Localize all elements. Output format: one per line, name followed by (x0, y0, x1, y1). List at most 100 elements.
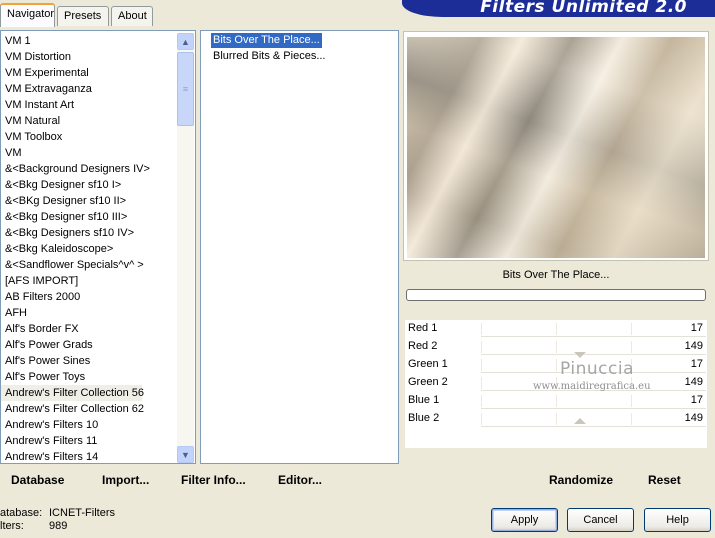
slider-tick (631, 323, 632, 335)
filter-item[interactable]: Blurred Bits & Pieces... (211, 49, 328, 64)
status-filters-label: lters: (0, 520, 24, 532)
filter-item[interactable]: Bits Over The Place... (211, 33, 322, 48)
parameter-value: 17 (690, 322, 703, 334)
slider-tick (631, 413, 632, 425)
parameter-row[interactable]: Red 1 17 (405, 320, 707, 338)
preview-frame (403, 31, 709, 261)
tab-presets[interactable]: Presets (57, 6, 109, 26)
apply-button[interactable]: Apply (491, 508, 558, 532)
category-item[interactable]: &<Bkg Designers sf10 IV> (5, 225, 134, 241)
parameter-row[interactable]: Blue 1 17 (405, 392, 707, 410)
progress-bar (406, 289, 706, 301)
parameter-row[interactable]: Green 1 17 (405, 356, 707, 374)
watermark-site: www.maidiregrafica.eu (533, 381, 651, 392)
preview-image (407, 37, 705, 258)
slider-tick (481, 323, 482, 335)
category-item[interactable]: VM Natural (5, 113, 60, 129)
slider-tick (556, 395, 557, 407)
slider-tick (556, 323, 557, 335)
parameter-value: 149 (684, 376, 703, 388)
grip-icon: ≡ (182, 84, 189, 94)
parameter-row[interactable]: Red 2 149 (405, 338, 707, 356)
category-item[interactable]: &<Sandflower Specials^v^ > (5, 257, 144, 273)
slider-tick (481, 359, 482, 371)
scroll-down-button[interactable]: ▼ (177, 446, 194, 463)
slider-tick (631, 395, 632, 407)
category-item[interactable]: VM Distortion (5, 49, 71, 65)
slider-tick (481, 341, 482, 353)
parameter-label: Blue 2 (408, 412, 440, 424)
slider-tick (481, 377, 482, 389)
slider-tick (481, 395, 482, 407)
category-item[interactable]: &<Bkg Designer sf10 I> (5, 177, 121, 193)
editor-button[interactable]: Editor... (278, 473, 322, 487)
slider-marker-icon (574, 352, 586, 358)
slider-tick (556, 359, 557, 371)
category-item[interactable]: &<Bkg Kaleidoscope> (5, 241, 113, 257)
filter-info-button[interactable]: Filter Info... (181, 473, 246, 487)
slider-tick (481, 413, 482, 425)
parameter-value: 149 (684, 412, 703, 424)
slider-tick (556, 413, 557, 425)
category-scrollbar[interactable]: ▲ ≡ ▼ (177, 33, 194, 463)
status-database-label: atabase: (0, 507, 43, 519)
watermark-name: Pinuccia (560, 359, 634, 379)
category-item[interactable]: &<BKg Designer sf10 II> (5, 193, 126, 209)
category-item[interactable]: VM Experimental (5, 65, 89, 81)
category-item[interactable]: Andrew's Filter Collection 56 (1, 385, 144, 401)
tab-navigator[interactable]: Navigator (0, 3, 55, 27)
chevron-up-icon: ▲ (181, 36, 190, 47)
category-item[interactable]: Alf's Power Grads (5, 337, 93, 353)
category-item[interactable]: Alf's Power Toys (5, 369, 85, 385)
cancel-button[interactable]: Cancel (567, 508, 634, 532)
category-item[interactable]: AB Filters 2000 (5, 289, 80, 305)
slider-track[interactable] (481, 426, 706, 427)
category-item[interactable]: VM Extravaganza (5, 81, 92, 97)
scroll-up-button[interactable]: ▲ (177, 33, 194, 50)
category-item[interactable]: &<Bkg Designer sf10 III> (5, 209, 127, 225)
filter-list[interactable]: Bits Over The Place... Blurred Bits & Pie… (200, 30, 399, 464)
reset-button[interactable]: Reset (648, 473, 681, 487)
status-filters-value: 989 (49, 520, 68, 532)
category-item[interactable]: [AFS IMPORT] (5, 273, 78, 289)
logo-banner: Filters Unlimited 2.0 (402, 0, 715, 17)
category-item[interactable]: Andrew's Filter Collection 62 (5, 401, 144, 417)
parameter-label: Red 1 (408, 322, 438, 334)
category-item[interactable]: AFH (5, 305, 27, 321)
category-list[interactable]: VM 1 VM Distortion VM Experimental VM Extra… (0, 30, 196, 464)
logo-text: Filters Unlimited 2.0 (480, 0, 687, 17)
database-button[interactable]: Database (11, 473, 64, 487)
category-item[interactable]: Alf's Border FX (5, 321, 79, 337)
parameter-label: Red 2 (408, 340, 438, 352)
parameter-value: 149 (684, 340, 703, 352)
parameter-label: Green 2 (408, 376, 448, 388)
category-item[interactable]: VM (5, 145, 22, 161)
parameter-value: 17 (690, 358, 703, 370)
parameter-label: Green 1 (408, 358, 448, 370)
filter-title: Bits Over The Place... (502, 269, 610, 281)
category-item[interactable]: VM Instant Art (5, 97, 74, 113)
help-button[interactable]: Help (644, 508, 711, 532)
category-item[interactable]: &<Background Designers IV> (5, 161, 150, 177)
slider-tick (631, 341, 632, 353)
import-button[interactable]: Import... (102, 473, 149, 487)
chevron-down-icon: ▼ (181, 449, 190, 460)
category-item[interactable]: VM Toolbox (5, 129, 62, 145)
scroll-thumb[interactable]: ≡ (177, 52, 194, 126)
category-item[interactable]: Alf's Power Sines (5, 353, 90, 369)
category-item[interactable]: Andrew's Filters 11 (5, 433, 97, 449)
category-item[interactable]: Andrew's Filters 10 (5, 417, 98, 433)
tab-about[interactable]: About (111, 6, 153, 26)
slider-track[interactable] (481, 336, 706, 337)
randomize-button[interactable]: Randomize (549, 473, 613, 487)
slider-track[interactable] (481, 354, 706, 355)
parameter-row[interactable]: Blue 2 149 (405, 410, 707, 428)
parameter-label: Blue 1 (408, 394, 440, 406)
category-item[interactable]: VM 1 (5, 33, 31, 49)
status-database-value: ICNET-Filters (49, 507, 115, 519)
slider-marker-icon (574, 418, 586, 424)
slider-tick (556, 341, 557, 353)
slider-track[interactable] (481, 408, 706, 409)
category-item[interactable]: Andrew's Filters 14 (5, 449, 98, 463)
parameter-value: 17 (690, 394, 703, 406)
